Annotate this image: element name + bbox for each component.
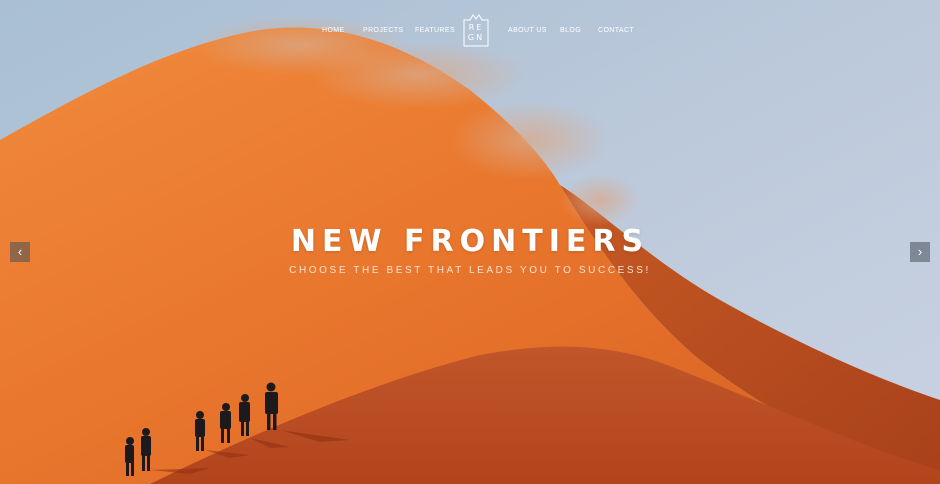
nav-contact-link[interactable]: CONTACT (598, 27, 634, 34)
nav-about-link[interactable]: ABOUT US (508, 27, 547, 34)
chevron-left-icon: ‹ (17, 244, 23, 259)
hero-slider: HOME PROJECTS FEATURES RE GN ABOUT US BL… (0, 0, 940, 484)
nav-projects-link[interactable]: PROJECTS (363, 27, 404, 34)
nav-features-link[interactable]: FEATURES (415, 27, 455, 34)
hero-title: NEW FRONTIERS (290, 224, 650, 259)
chevron-right-icon: › (917, 244, 923, 259)
slider-next-button[interactable]: › (910, 242, 930, 262)
logo-text: RE GN (467, 23, 485, 42)
slider-prev-button[interactable]: ‹ (10, 242, 30, 262)
nav-home-link[interactable]: HOME (322, 27, 345, 34)
brand-logo[interactable]: RE GN (463, 14, 489, 47)
nav-blog-link[interactable]: BLOG (560, 27, 581, 34)
hero-subtitle: CHOOSE THE BEST THAT LEADS YOU TO SUCCES… (289, 265, 651, 276)
main-nav: HOME PROJECTS FEATURES RE GN ABOUT US BL… (0, 0, 940, 60)
